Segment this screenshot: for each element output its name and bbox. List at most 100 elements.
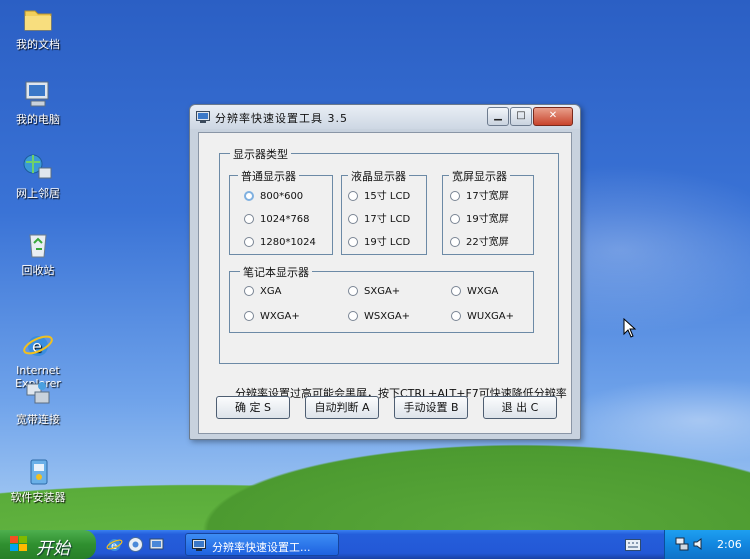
- broadband-icon: [22, 378, 54, 410]
- radio-dot: [244, 286, 254, 296]
- radio-800x600[interactable]: 800*600: [244, 190, 303, 204]
- dialog-client-area: 显示器类型 普通显示器 800*600 1024*768 1280*1024 液…: [198, 132, 572, 434]
- radio-label: WSXGA+: [364, 311, 411, 322]
- radio-wxga[interactable]: WXGA: [451, 285, 498, 299]
- normal-monitor-title: 普通显示器: [238, 168, 299, 184]
- keyboard-icon[interactable]: [625, 539, 641, 551]
- lcd-monitor-title: 液晶显示器: [348, 168, 409, 184]
- wide-monitor-title: 宽屏显示器: [449, 168, 510, 184]
- desktop-icon-recycle-bin[interactable]: 回收站: [3, 229, 73, 277]
- recycle-bin-icon: [22, 229, 54, 261]
- normal-monitor-group: 普通显示器 800*600 1024*768 1280*1024: [229, 168, 333, 255]
- installer-icon: [22, 456, 54, 488]
- desktop-icon-label: 我的文档: [16, 38, 60, 51]
- radio-label: 19寸 LCD: [364, 237, 411, 248]
- windows-logo-icon: [10, 536, 27, 551]
- radio-label: WXGA: [467, 286, 499, 297]
- radio-xga[interactable]: XGA: [244, 285, 281, 299]
- computer-icon: [22, 78, 54, 110]
- radio-dot: [450, 191, 460, 201]
- radio-dot: [451, 286, 461, 296]
- radio-label: 1024*768: [260, 214, 310, 225]
- desktop-icon-network[interactable]: 网上邻居: [3, 152, 73, 200]
- radio-wxga-plus[interactable]: WXGA+: [244, 310, 300, 324]
- desktop-icon-label: 网上邻居: [16, 187, 60, 200]
- desktop: 我的文档 我的电脑 网上邻居 回收站 e Internet Explorer 宽…: [0, 0, 750, 530]
- clock[interactable]: 2:06: [717, 538, 742, 551]
- radio-label: 800*600: [260, 191, 304, 202]
- desktop-icon-label: 软件安装器: [10, 491, 66, 504]
- radio-1280x1024[interactable]: 1280*1024: [244, 236, 316, 250]
- radio-15-lcd[interactable]: 15寸 LCD: [348, 190, 410, 204]
- radio-label: SXGA+: [364, 286, 401, 297]
- radio-label: 17寸 LCD: [364, 214, 411, 225]
- show-desktop-quicklaunch-icon[interactable]: [148, 536, 165, 553]
- radio-dot: [244, 237, 254, 247]
- desktop-icon-label: 我的电脑: [16, 113, 60, 126]
- volume-icon[interactable]: [692, 537, 706, 551]
- maximize-icon: □: [516, 110, 526, 121]
- radio-19-wide[interactable]: 19寸宽屏: [450, 213, 509, 227]
- radio-label: 19寸宽屏: [466, 214, 509, 225]
- auto-detect-button[interactable]: 自动判断 A: [305, 396, 379, 419]
- desktop-icon-my-documents[interactable]: 我的文档: [3, 3, 73, 51]
- radio-wsxga-plus[interactable]: WSXGA+: [348, 310, 410, 324]
- folder-icon: [22, 3, 54, 35]
- network-tray-icon[interactable]: [675, 537, 689, 551]
- system-tray: 2:06: [664, 530, 750, 559]
- radio-17-lcd[interactable]: 17寸 LCD: [348, 213, 410, 227]
- ok-button[interactable]: 确 定 S: [216, 396, 290, 419]
- close-button[interactable]: ✕: [533, 107, 573, 126]
- radio-dot: [348, 286, 358, 296]
- lcd-monitor-group: 液晶显示器 15寸 LCD 17寸 LCD 19寸 LCD: [341, 168, 427, 255]
- app-window-icon: [192, 539, 206, 551]
- radio-dot: [348, 214, 358, 224]
- notebook-monitor-title: 笔记本显示器: [240, 264, 312, 280]
- radio-wuxga-plus[interactable]: WUXGA+: [451, 310, 514, 324]
- taskbar: 开始 e 分辨率快速设置工... 2:06: [0, 530, 750, 559]
- desktop-icon-broadband[interactable]: 宽带连接: [3, 378, 73, 426]
- radio-sxga-plus[interactable]: SXGA+: [348, 285, 400, 299]
- radio-dot: [450, 237, 460, 247]
- desktop-icon-installer[interactable]: 软件安装器: [3, 456, 73, 504]
- title-bar[interactable]: 分辨率快速设置工具 3.5 ▁ □ ✕: [190, 105, 580, 129]
- ie-quicklaunch-icon[interactable]: e: [106, 536, 123, 553]
- notebook-monitor-group: 笔记本显示器 XGA SXGA+ WXGA WXGA+ WSXGA+ WUXGA…: [229, 264, 534, 333]
- network-icon: [22, 152, 54, 184]
- start-label: 开始: [36, 539, 70, 559]
- radio-label: 15寸 LCD: [364, 191, 411, 202]
- radio-dot: [348, 191, 358, 201]
- radio-dot: [348, 311, 358, 321]
- desktop-icon-label: 宽带连接: [16, 413, 60, 426]
- minimize-button[interactable]: ▁: [487, 107, 509, 126]
- manual-setting-button[interactable]: 手动设置 B: [394, 396, 468, 419]
- ie-icon: e: [22, 316, 54, 356]
- radio-22-wide[interactable]: 22寸宽屏: [450, 236, 509, 250]
- close-icon: ✕: [548, 110, 558, 121]
- resolution-tool-window: 分辨率快速设置工具 3.5 ▁ □ ✕ 显示器类型 普通显示器 800*600 …: [189, 104, 581, 440]
- radio-17-wide[interactable]: 17寸宽屏: [450, 190, 509, 204]
- radio-1024x768[interactable]: 1024*768: [244, 213, 310, 227]
- window-title: 分辨率快速设置工具 3.5: [215, 112, 348, 125]
- desktop-icon-my-computer[interactable]: 我的电脑: [3, 78, 73, 126]
- radio-label: WXGA+: [260, 311, 300, 322]
- radio-dot: [244, 214, 254, 224]
- taskbar-button-label: 分辨率快速设置工...: [212, 541, 311, 554]
- radio-label: 22寸宽屏: [466, 237, 509, 248]
- radio-label: 17寸宽屏: [466, 191, 509, 202]
- mouse-cursor-icon: [623, 318, 637, 338]
- start-button[interactable]: 开始: [0, 530, 96, 559]
- radio-dot: [450, 214, 460, 224]
- radio-19-lcd[interactable]: 19寸 LCD: [348, 236, 410, 250]
- radio-label: WUXGA+: [467, 311, 515, 322]
- maximize-button[interactable]: □: [510, 107, 532, 126]
- desktop-icon-label: 回收站: [21, 264, 55, 277]
- radio-dot: [244, 311, 254, 321]
- radio-label: 1280*1024: [260, 237, 316, 248]
- minimize-icon: ▁: [494, 110, 502, 121]
- display-type-group-title: 显示器类型: [230, 146, 291, 162]
- exit-button[interactable]: 退 出 C: [483, 396, 557, 419]
- radio-dot: [451, 311, 461, 321]
- settings-quicklaunch-icon[interactable]: [127, 536, 144, 553]
- taskbar-button-resolution-tool[interactable]: 分辨率快速设置工...: [185, 533, 339, 556]
